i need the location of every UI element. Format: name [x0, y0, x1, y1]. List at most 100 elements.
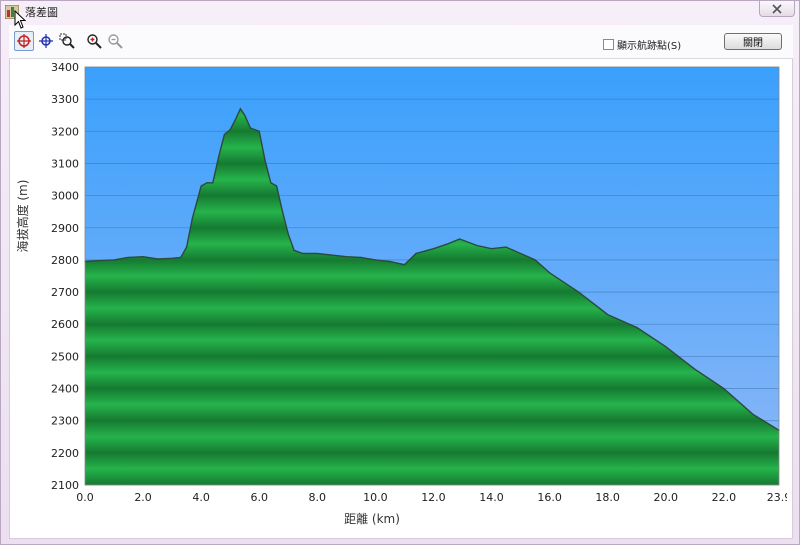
- elevation-point: [752, 413, 754, 415]
- elevation-point: [113, 259, 115, 261]
- elevation-point: [374, 259, 376, 261]
- title-bar[interactable]: 落差圖: [1, 1, 799, 23]
- elevation-point: [235, 117, 237, 119]
- window-title: 落差圖: [25, 6, 58, 19]
- elevation-point: [665, 346, 667, 348]
- x-tick-label: 14.0: [479, 491, 504, 504]
- y-tick-label: 3200: [51, 125, 79, 138]
- zoom-box-icon: [59, 33, 75, 49]
- y-tick-label: 2300: [51, 415, 79, 428]
- elevation-point: [157, 258, 159, 260]
- elevation-point: [281, 211, 284, 213]
- elevation-point: [276, 185, 278, 187]
- zoom-in-tool[interactable]: [84, 31, 104, 51]
- zoom-box-tool[interactable]: [57, 31, 77, 51]
- elevation-point: [223, 133, 225, 136]
- select-point-tool[interactable]: [14, 31, 34, 51]
- y-tick-label: 2800: [51, 254, 79, 267]
- y-tick-label: 2400: [51, 383, 79, 396]
- zoom-out-icon: [108, 34, 123, 49]
- mouse-cursor-icon: [14, 10, 27, 29]
- y-axis-label: 海拔高度 (m): [15, 180, 30, 253]
- elevation-point: [171, 257, 173, 259]
- x-tick-label: 8.0: [309, 491, 327, 504]
- elevation-point: [316, 252, 318, 255]
- y-tick-label: 2100: [51, 479, 79, 492]
- elevation-point: [578, 291, 580, 293]
- crosshair-icon: [39, 34, 53, 48]
- elevation-point: [239, 108, 241, 110]
- elevation-point: [432, 248, 435, 250]
- elevation-point: [128, 256, 130, 258]
- y-tick-label: 2700: [51, 286, 79, 299]
- x-axis-label: 距離 (km): [344, 512, 400, 526]
- elevation-point: [331, 254, 333, 256]
- x-tick-label: 18.0: [595, 491, 620, 504]
- window-close-button[interactable]: [759, 1, 795, 17]
- x-tick-label: 16.0: [537, 491, 562, 504]
- zoom-in-icon: [87, 34, 102, 49]
- elevation-point: [447, 243, 449, 245]
- zoom-out-tool[interactable]: [105, 31, 125, 51]
- y-tick-label: 2200: [51, 447, 79, 460]
- elevation-point: [142, 256, 144, 258]
- x-tick-label: 6.0: [250, 491, 268, 504]
- elevation-point: [249, 127, 252, 129]
- elevation-point: [476, 244, 478, 247]
- y-tick-label: 3000: [51, 190, 79, 203]
- elevation-point: [520, 252, 522, 255]
- elevation-point: [206, 182, 208, 184]
- elevation-point: [389, 260, 391, 263]
- elevation-point: [258, 130, 260, 132]
- x-tick-label: 4.0: [192, 491, 210, 504]
- elevation-point: [636, 326, 638, 328]
- y-tick-label: 3400: [51, 61, 79, 74]
- x-tick-label: 20.0: [654, 491, 679, 504]
- y-tick-label: 2500: [51, 350, 79, 363]
- elevation-point: [244, 114, 246, 116]
- elevation-point: [218, 156, 220, 158]
- elevation-point: [360, 256, 362, 258]
- target-icon: [17, 34, 31, 48]
- elevation-point: [549, 272, 551, 274]
- elevation-point: [694, 368, 696, 370]
- show-waypoints-toggle[interactable]: 顯示航跡點(S): [603, 37, 681, 52]
- y-tick-label: 2600: [51, 318, 79, 331]
- elevation-point: [459, 238, 461, 240]
- elevation-point: [180, 256, 182, 258]
- elevation-point: [200, 185, 202, 187]
- elevation-point: [403, 264, 405, 266]
- elevation-point: [186, 246, 188, 248]
- elevation-profile-window: 落差圖 顯示航跡點(S) 關閉 3400 3300 3200 3100 3000…: [0, 0, 800, 545]
- close-button[interactable]: 關閉: [724, 33, 782, 50]
- x-tick-label: 10.0: [363, 491, 388, 504]
- close-icon: [772, 3, 782, 14]
- elevation-point: [191, 217, 193, 219]
- x-tick-label: 23.9: [767, 491, 787, 504]
- elevation-point: [212, 182, 214, 184]
- x-tick-label: 0.0: [76, 491, 94, 504]
- y-tick-label: 3100: [51, 157, 79, 170]
- show-waypoints-label: 顯示航跡點(S): [617, 41, 682, 52]
- elevation-point: [264, 159, 266, 161]
- elevation-point: [415, 252, 417, 255]
- elevation-point: [490, 248, 493, 250]
- elevation-point: [293, 249, 295, 251]
- x-tick-label: 22.0: [712, 491, 737, 504]
- elevation-point: [607, 314, 609, 316]
- elevation-point: [723, 387, 725, 390]
- elevation-point: [287, 233, 289, 235]
- elevation-point: [505, 246, 507, 248]
- elevation-point: [98, 260, 101, 262]
- elevation-point: [345, 256, 347, 258]
- y-tick-label: 2900: [51, 222, 79, 235]
- y-tick-label: 3300: [51, 93, 79, 106]
- elevation-point: [534, 259, 536, 261]
- elevation-point: [270, 182, 272, 184]
- crosshair-tool[interactable]: [36, 31, 56, 51]
- x-tick-label: 2.0: [134, 491, 152, 504]
- elevation-point: [302, 252, 304, 255]
- show-waypoints-checkbox[interactable]: [603, 39, 614, 50]
- elevation-chart[interactable]: 3400 3300 3200 3100 3000 2900 2800 2700 2600 2500…: [15, 59, 787, 535]
- elevation-point: [229, 129, 231, 131]
